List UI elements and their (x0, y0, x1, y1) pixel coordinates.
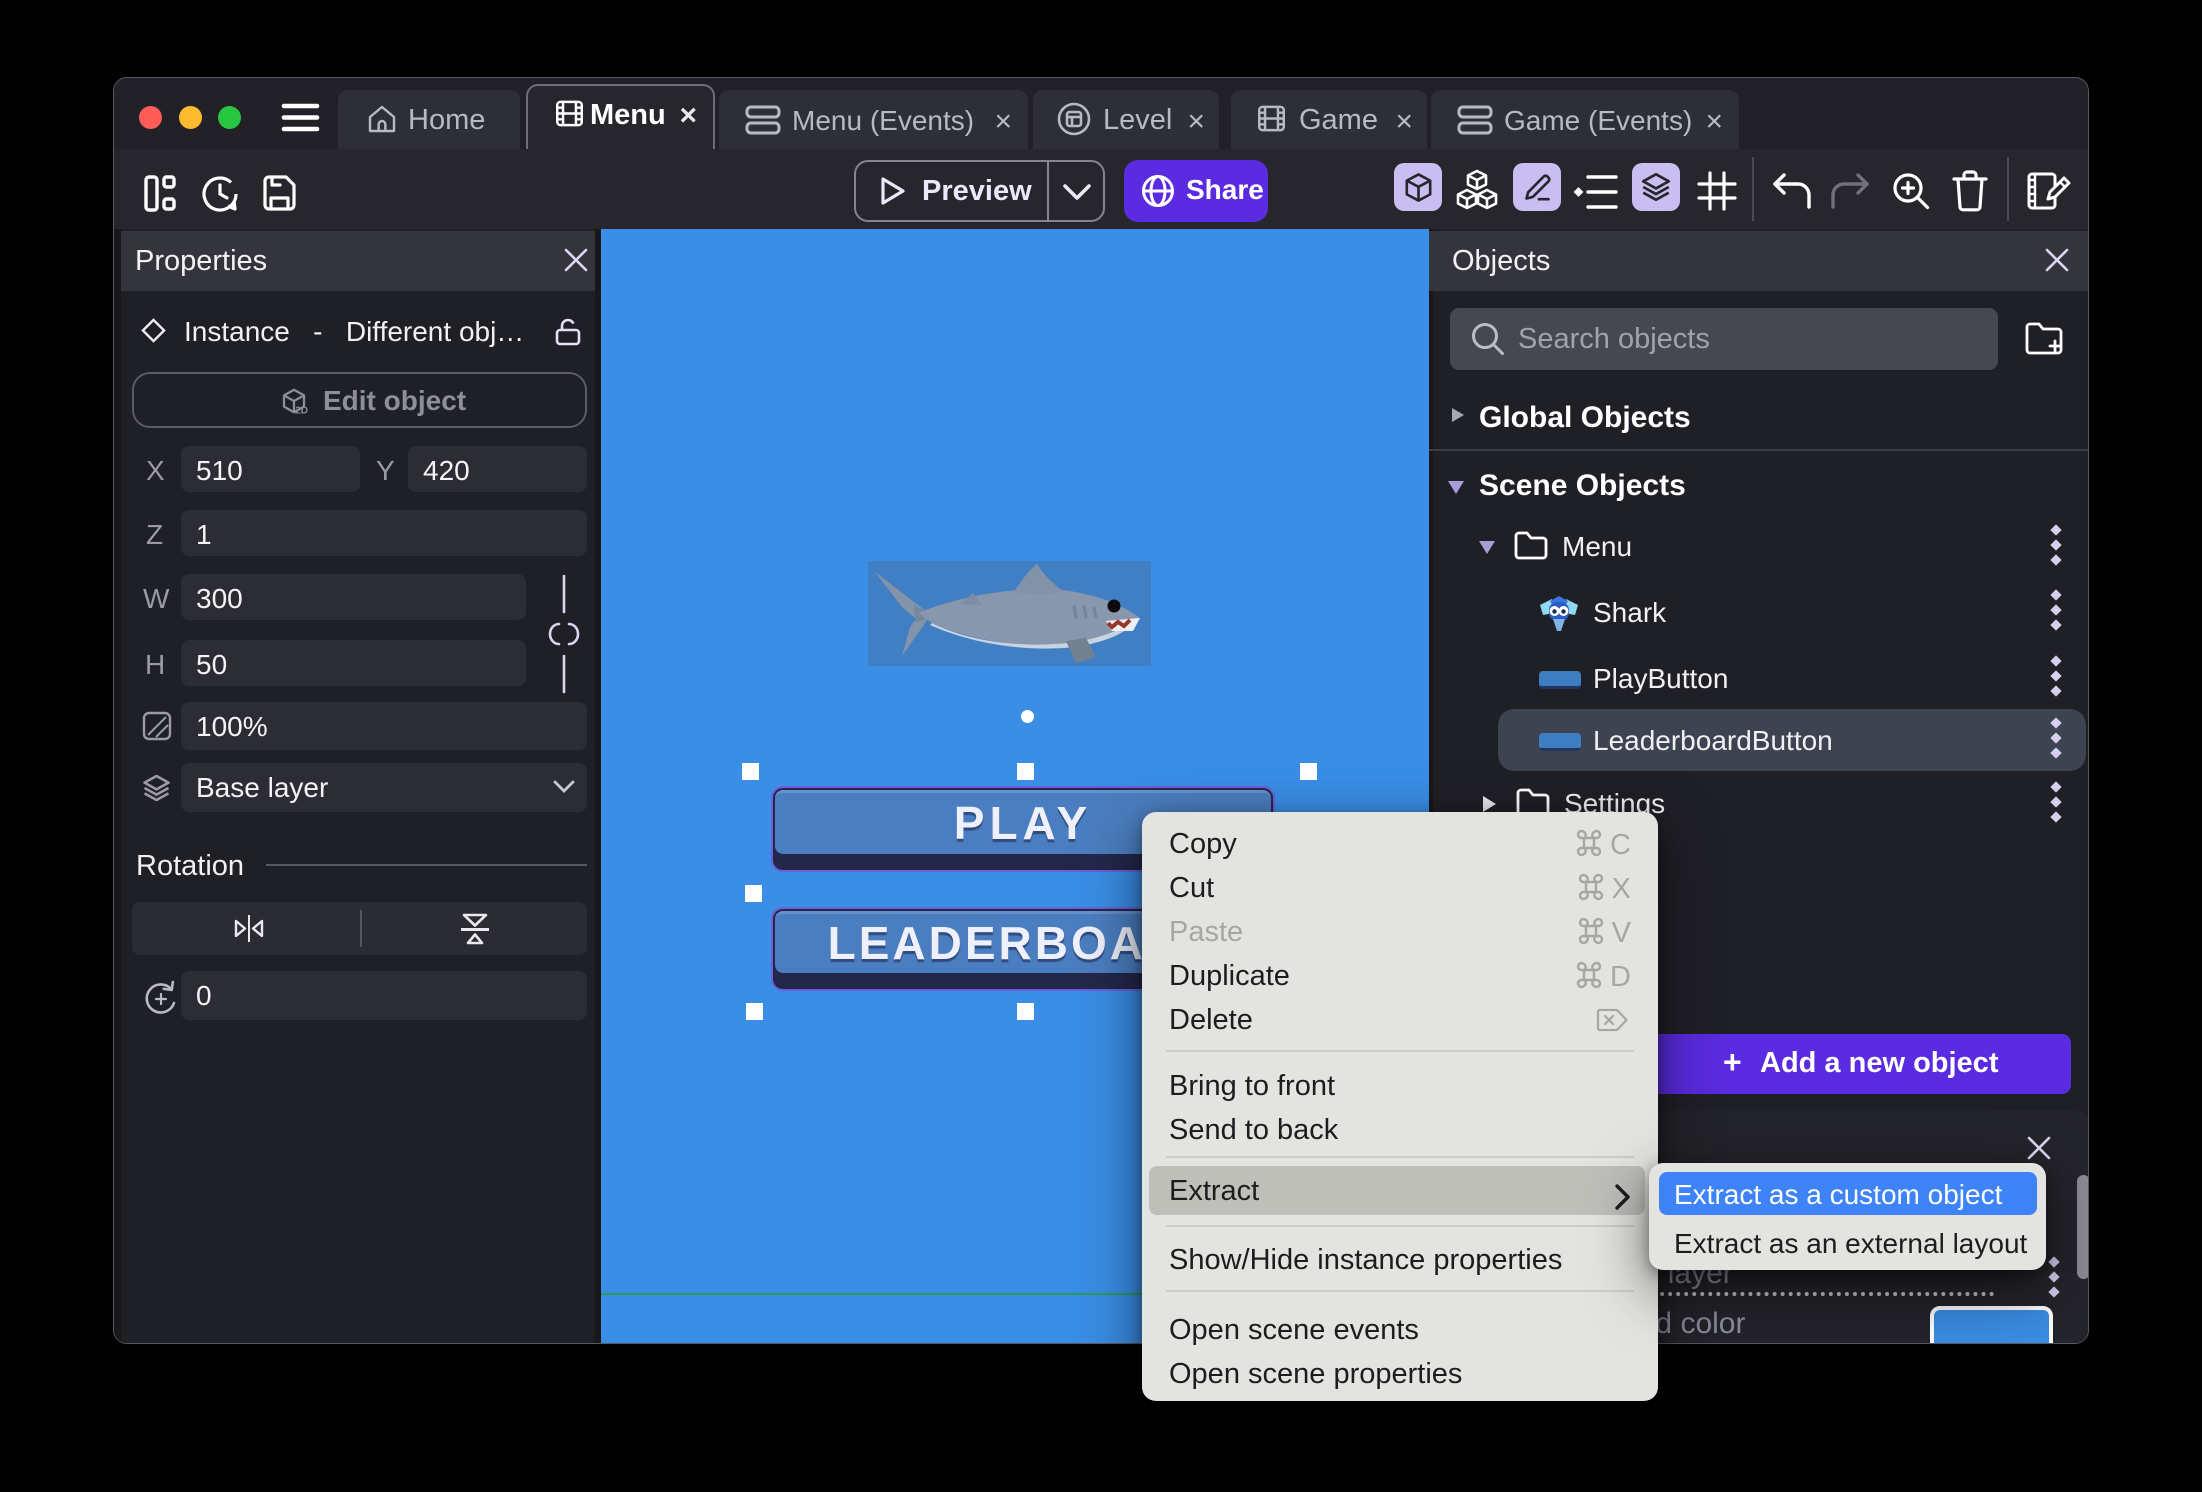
svg-text:2D: 2D (295, 406, 308, 417)
